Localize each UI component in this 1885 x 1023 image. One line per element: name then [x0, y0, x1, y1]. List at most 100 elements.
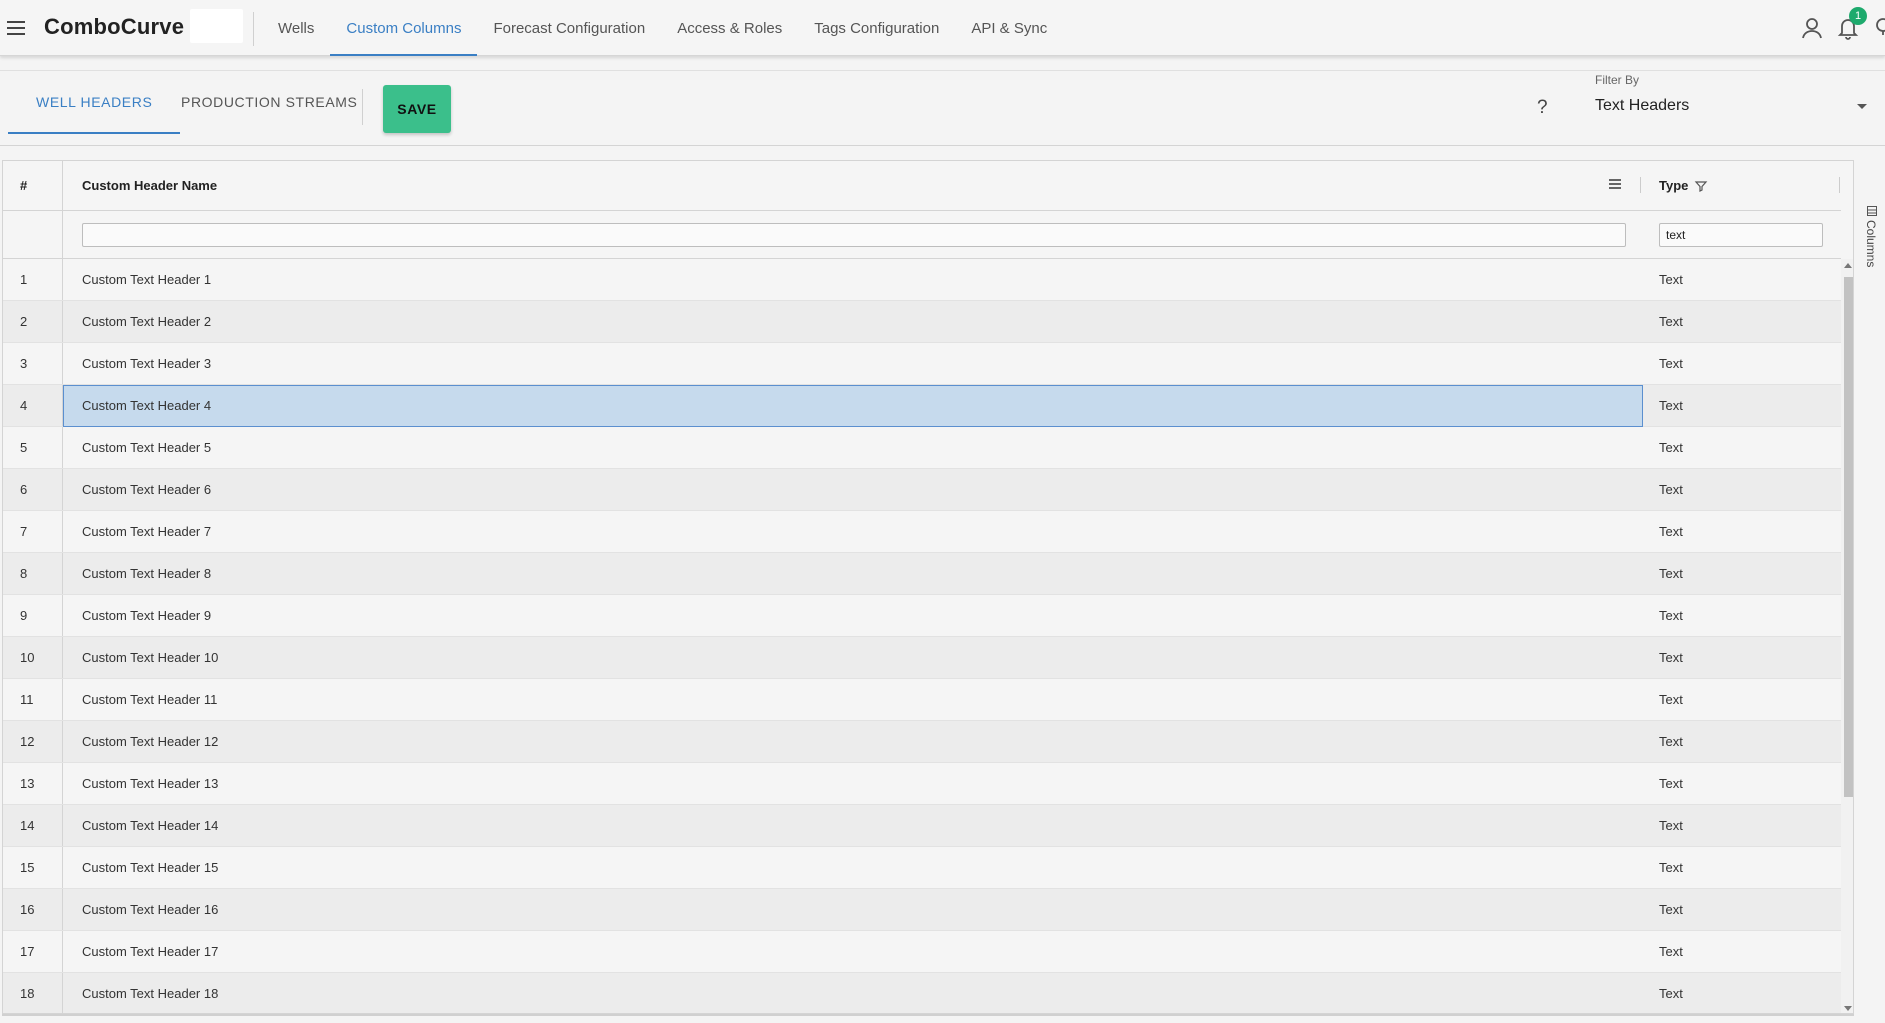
header-custom-header-name[interactable]: Custom Header Name	[63, 161, 1641, 210]
custom-header-name-cell[interactable]: Custom Text Header 16	[63, 889, 1641, 930]
custom-header-name-cell[interactable]: Custom Text Header 3	[63, 343, 1641, 384]
type-cell[interactable]: Text	[1641, 805, 1841, 846]
row-number[interactable]: 16	[3, 889, 63, 930]
table-row[interactable]: 10 Custom Text Header 10 Text	[3, 637, 1841, 679]
header-num[interactable]: #	[3, 161, 63, 210]
header-type[interactable]: Type	[1641, 161, 1841, 210]
row-number[interactable]: 1	[3, 259, 63, 300]
type-cell[interactable]: Text	[1641, 259, 1841, 300]
custom-header-name-cell[interactable]: Custom Text Header 17	[63, 931, 1641, 972]
custom-header-name-cell[interactable]: Custom Text Header 6	[63, 469, 1641, 510]
row-number[interactable]: 7	[3, 511, 63, 552]
row-number[interactable]: 9	[3, 595, 63, 636]
type-cell[interactable]: Text	[1641, 553, 1841, 594]
table-row[interactable]: 6 Custom Text Header 6 Text	[3, 469, 1841, 511]
nav-tab-access-roles[interactable]: Access & Roles	[661, 0, 798, 56]
custom-header-name-cell[interactable]: Custom Text Header 9	[63, 595, 1641, 636]
nav-tab-wells[interactable]: Wells	[262, 0, 330, 56]
custom-header-name-cell[interactable]: Custom Text Header 12	[63, 721, 1641, 762]
custom-header-name-cell[interactable]: Custom Text Header 18	[63, 973, 1641, 1013]
custom-header-name-cell[interactable]: Custom Text Header 15	[63, 847, 1641, 888]
filter-select[interactable]: Text Headers	[1595, 89, 1867, 123]
name-filter-input[interactable]	[82, 223, 1626, 247]
vertical-scrollbar[interactable]	[1841, 259, 1853, 1013]
row-number[interactable]: 14	[3, 805, 63, 846]
brand-logo[interactable]: ComboCurve	[44, 14, 184, 40]
type-cell[interactable]: Text	[1641, 847, 1841, 888]
nav-tab-custom-columns[interactable]: Custom Columns	[330, 0, 478, 56]
columns-icon[interactable]	[1867, 206, 1877, 216]
nav-tab-forecast-configuration[interactable]: Forecast Configuration	[477, 0, 661, 56]
custom-header-name-cell[interactable]: Custom Text Header 14	[63, 805, 1641, 846]
table-row[interactable]: 11 Custom Text Header 11 Text	[3, 679, 1841, 721]
type-cell[interactable]: Text	[1641, 721, 1841, 762]
type-cell[interactable]: Text	[1641, 301, 1841, 342]
row-number[interactable]: 3	[3, 343, 63, 384]
custom-header-name-cell[interactable]: Custom Text Header 8	[63, 553, 1641, 594]
custom-header-name-cell[interactable]: Custom Text Header 2	[63, 301, 1641, 342]
type-cell[interactable]: Text	[1641, 637, 1841, 678]
column-divider[interactable]	[1839, 177, 1840, 193]
help-button[interactable]: ?	[1537, 97, 1548, 119]
type-cell[interactable]: Text	[1641, 931, 1841, 972]
row-number[interactable]: 2	[3, 301, 63, 342]
table-row[interactable]: 9 Custom Text Header 9 Text	[3, 595, 1841, 637]
row-number[interactable]: 17	[3, 931, 63, 972]
row-number[interactable]: 8	[3, 553, 63, 594]
row-number[interactable]: 10	[3, 637, 63, 678]
type-cell[interactable]: Text	[1641, 427, 1841, 468]
row-number[interactable]: 11	[3, 679, 63, 720]
tab-production-streams[interactable]: PRODUCTION STREAMS	[153, 71, 385, 133]
type-cell[interactable]: Text	[1641, 469, 1841, 510]
custom-header-name-cell[interactable]: Custom Text Header 1	[63, 259, 1641, 300]
user-icon[interactable]	[1799, 15, 1825, 41]
scroll-up-icon[interactable]	[1844, 263, 1852, 268]
custom-header-name-cell[interactable]: Custom Text Header 13	[63, 763, 1641, 804]
type-cell[interactable]: Text	[1641, 763, 1841, 804]
table-row[interactable]: 7 Custom Text Header 7 Text	[3, 511, 1841, 553]
nav-tab-tags-configuration[interactable]: Tags Configuration	[798, 0, 955, 56]
type-cell[interactable]: Text	[1641, 595, 1841, 636]
row-number[interactable]: 5	[3, 427, 63, 468]
table-row[interactable]: 1 Custom Text Header 1 Text	[3, 259, 1841, 301]
table-row[interactable]: 4 Custom Text Header 4 Text	[3, 385, 1841, 427]
bell-icon[interactable]: 1	[1835, 7, 1867, 41]
save-button[interactable]: SAVE	[383, 85, 451, 133]
scroll-down-icon[interactable]	[1844, 1006, 1852, 1011]
custom-header-name-cell[interactable]: Custom Text Header 5	[63, 427, 1641, 468]
table-row[interactable]: 8 Custom Text Header 8 Text	[3, 553, 1841, 595]
row-number[interactable]: 6	[3, 469, 63, 510]
custom-header-name-cell[interactable]: Custom Text Header 4	[63, 385, 1641, 426]
row-number[interactable]: 15	[3, 847, 63, 888]
table-row[interactable]: 12 Custom Text Header 12 Text	[3, 721, 1841, 763]
type-filter-input[interactable]	[1659, 223, 1823, 247]
custom-header-name-cell[interactable]: Custom Text Header 10	[63, 637, 1641, 678]
row-number[interactable]: 13	[3, 763, 63, 804]
row-number[interactable]: 18	[3, 973, 63, 1013]
table-row[interactable]: 15 Custom Text Header 15 Text	[3, 847, 1841, 889]
type-cell[interactable]: Text	[1641, 973, 1841, 1013]
custom-header-name-cell[interactable]: Custom Text Header 7	[63, 511, 1641, 552]
custom-header-name-cell[interactable]: Custom Text Header 11	[63, 679, 1641, 720]
scrollbar-thumb[interactable]	[1844, 277, 1853, 797]
table-row[interactable]: 3 Custom Text Header 3 Text	[3, 343, 1841, 385]
table-row[interactable]: 18 Custom Text Header 18 Text	[3, 973, 1841, 1013]
row-number[interactable]: 12	[3, 721, 63, 762]
help-icon[interactable]	[1871, 15, 1885, 41]
type-cell[interactable]: Text	[1641, 679, 1841, 720]
row-number[interactable]: 4	[3, 385, 63, 426]
column-menu-icon[interactable]	[1609, 179, 1621, 189]
type-cell[interactable]: Text	[1641, 385, 1841, 426]
table-row[interactable]: 17 Custom Text Header 17 Text	[3, 931, 1841, 973]
type-cell[interactable]: Text	[1641, 511, 1841, 552]
columns-panel-toggle[interactable]: Columns	[1864, 220, 1878, 267]
type-cell[interactable]: Text	[1641, 889, 1841, 930]
table-row[interactable]: 5 Custom Text Header 5 Text	[3, 427, 1841, 469]
table-row[interactable]: 16 Custom Text Header 16 Text	[3, 889, 1841, 931]
type-cell[interactable]: Text	[1641, 343, 1841, 384]
table-row[interactable]: 13 Custom Text Header 13 Text	[3, 763, 1841, 805]
table-row[interactable]: 14 Custom Text Header 14 Text	[3, 805, 1841, 847]
menu-icon[interactable]	[7, 18, 25, 38]
table-row[interactable]: 2 Custom Text Header 2 Text	[3, 301, 1841, 343]
nav-tab-api-sync[interactable]: API & Sync	[955, 0, 1063, 56]
